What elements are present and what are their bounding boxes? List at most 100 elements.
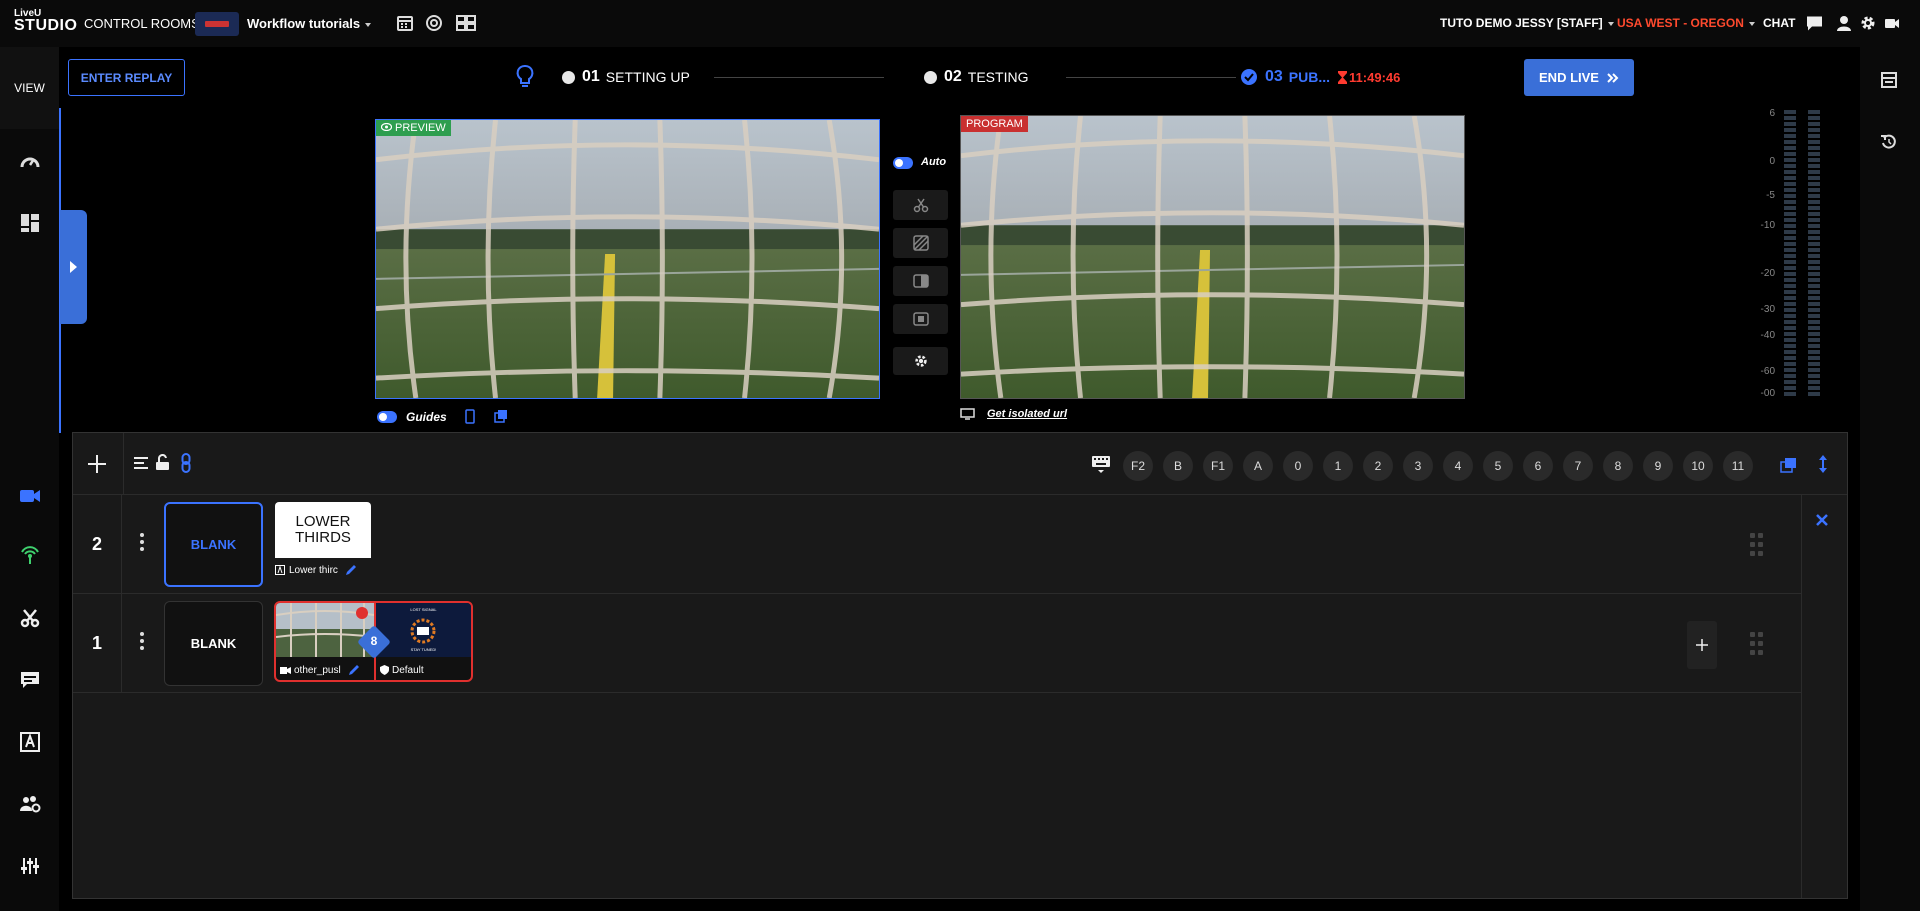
- workspace-selector[interactable]: Workflow tutorials: [247, 16, 372, 31]
- enter-replay-button[interactable]: ENTER REPLAY: [68, 59, 185, 96]
- preview-monitor[interactable]: PREVIEW: [375, 119, 880, 399]
- video-camera-icon: [280, 666, 291, 674]
- shortcut-key-button[interactable]: 7: [1563, 451, 1593, 481]
- resize-vertical-icon[interactable]: [1818, 454, 1828, 474]
- history-undo-icon[interactable]: [1880, 133, 1898, 151]
- calendar-icon[interactable]: [396, 14, 414, 32]
- duplicate-layers-icon[interactable]: [1780, 457, 1797, 473]
- program-label: PROGRAM: [961, 116, 1028, 132]
- step-setting-up[interactable]: 01 SETTING UP: [562, 68, 690, 86]
- shortcut-key-button[interactable]: B: [1163, 451, 1193, 481]
- drag-handle-icon[interactable]: [1750, 632, 1766, 656]
- overlay-bottom-text: STAY TUNED!: [410, 647, 437, 652]
- drag-handle-icon[interactable]: [1750, 533, 1766, 557]
- shortcut-key-button[interactable]: 1: [1323, 451, 1353, 481]
- layout-panels-icon[interactable]: [19, 212, 41, 234]
- shortcut-key-button[interactable]: A: [1243, 451, 1273, 481]
- guides-toggle[interactable]: [377, 411, 397, 423]
- stinger-transition-button[interactable]: [893, 304, 948, 334]
- copy-layers-icon[interactable]: [494, 409, 508, 423]
- scissors-edit-icon[interactable]: [19, 607, 41, 629]
- broadcast-antenna-icon[interactable]: [19, 543, 41, 565]
- region-selector[interactable]: USA WEST - OREGON: [1617, 16, 1755, 30]
- help-lifebuoy-icon[interactable]: [425, 14, 443, 32]
- subtitles-chat-icon[interactable]: [19, 669, 41, 691]
- overlay-top-text: LOST SIGNAL: [410, 607, 437, 612]
- layer-menu-kebab-icon[interactable]: [140, 533, 144, 554]
- end-live-button[interactable]: END LIVE: [1524, 59, 1634, 96]
- text-graphic-icon: [275, 565, 285, 575]
- edit-pencil-icon[interactable]: [347, 663, 361, 677]
- close-icon[interactable]: [1816, 514, 1828, 526]
- expand-drawer-tab[interactable]: [60, 210, 87, 324]
- meter-scale-label: -30: [1760, 304, 1775, 315]
- video-settings-icon[interactable]: [1884, 14, 1900, 32]
- shortcut-key-button[interactable]: F1: [1203, 451, 1233, 481]
- eye-icon: [380, 122, 393, 132]
- live-timer: 11:49:46: [1349, 69, 1401, 85]
- auto-label: Auto: [921, 156, 947, 168]
- control-rooms-link[interactable]: CONTROL ROOMS: [84, 16, 200, 31]
- auto-transition-toggle[interactable]: [893, 157, 913, 169]
- edit-pencil-icon[interactable]: [344, 563, 358, 577]
- meter-scale-label: -00: [1760, 388, 1775, 399]
- shortcut-key-button[interactable]: 8: [1603, 451, 1633, 481]
- shortcut-key-button[interactable]: 3: [1403, 451, 1433, 481]
- meter-scale-label: 0: [1769, 156, 1775, 167]
- step-connector: [1066, 77, 1236, 78]
- user-icon[interactable]: [1836, 14, 1852, 32]
- top-bar: LiveU STUDIO CONTROL ROOMS Workflow tuto…: [0, 0, 1920, 47]
- lightbulb-tips-icon[interactable]: [516, 64, 534, 90]
- shortcut-key-button[interactable]: 0: [1283, 451, 1313, 481]
- source-caption: other_pusl: [280, 661, 370, 679]
- align-left-icon[interactable]: [133, 456, 149, 471]
- link-chain-icon[interactable]: [181, 453, 191, 473]
- guides-label: Guides: [406, 410, 447, 424]
- shortcut-key-button[interactable]: 4: [1443, 451, 1473, 481]
- step-connector: [714, 77, 884, 78]
- shortcut-key-button[interactable]: 5: [1483, 451, 1513, 481]
- shortcut-key-button[interactable]: 6: [1523, 451, 1553, 481]
- layers-toolbar: F2 B F1 A 0 1 2 3 4 5 6 7 8 9 10 11: [73, 433, 1847, 495]
- rundown-list-icon[interactable]: [1880, 71, 1898, 89]
- layer-menu-kebab-icon[interactable]: [140, 632, 144, 653]
- add-source-button[interactable]: [1687, 621, 1717, 669]
- text-graphics-icon[interactable]: [19, 731, 41, 753]
- dashboard-gauge-icon[interactable]: [19, 151, 41, 173]
- shortcut-key-button[interactable]: 2: [1363, 451, 1393, 481]
- user-menu[interactable]: TUTO DEMO JESSY [STAFF]: [1440, 16, 1614, 30]
- plus-icon: [1696, 639, 1708, 651]
- transition-settings-button[interactable]: [893, 347, 948, 375]
- camera-sources-icon[interactable]: [19, 485, 41, 507]
- shortcut-key-button[interactable]: 10: [1683, 451, 1713, 481]
- cut-transition-button[interactable]: [893, 190, 948, 220]
- get-isolated-url-link[interactable]: Get isolated url: [987, 408, 1067, 420]
- hourglass-icon: [1338, 70, 1348, 84]
- keyboard-shortcuts-icon[interactable]: [1091, 454, 1111, 474]
- chat-label[interactable]: CHAT: [1763, 16, 1795, 30]
- mobile-device-icon[interactable]: [465, 409, 475, 424]
- wipe-transition-button[interactable]: [893, 266, 948, 296]
- settings-gear-icon[interactable]: [1860, 14, 1876, 32]
- step-testing[interactable]: 02 TESTING: [924, 68, 1028, 86]
- shortcut-key-button[interactable]: 11: [1723, 451, 1753, 481]
- unlock-icon[interactable]: [155, 454, 170, 471]
- lower-thirds-card[interactable]: LOWER THIRDS: [275, 502, 371, 558]
- add-layer-plus-icon[interactable]: [87, 454, 107, 474]
- audio-mixer-sliders-icon[interactable]: [19, 855, 41, 877]
- layout-grid-icon[interactable]: [456, 14, 476, 32]
- wipe-icon: [912, 274, 929, 288]
- chat-bubble-icon[interactable]: [1806, 14, 1823, 32]
- shortcut-key-button[interactable]: 9: [1643, 451, 1673, 481]
- view-label: VIEW: [0, 47, 59, 129]
- step-publishing[interactable]: 03 PUB... 11:49:46: [1240, 68, 1400, 86]
- blank-source-card[interactable]: BLANK: [164, 601, 263, 686]
- fade-pattern-icon: [912, 235, 929, 251]
- shortcut-key-button[interactable]: F2: [1123, 451, 1153, 481]
- liveu-studio-logo[interactable]: LiveU STUDIO: [14, 8, 77, 34]
- fade-transition-button[interactable]: [893, 228, 948, 258]
- blank-source-card[interactable]: BLANK: [164, 502, 263, 587]
- live-source-group[interactable]: LOST SIGNAL STAY TUNED! 8 other_pusl Def…: [274, 601, 473, 682]
- guests-management-icon[interactable]: [19, 793, 41, 815]
- monitor-display-icon: [960, 408, 975, 420]
